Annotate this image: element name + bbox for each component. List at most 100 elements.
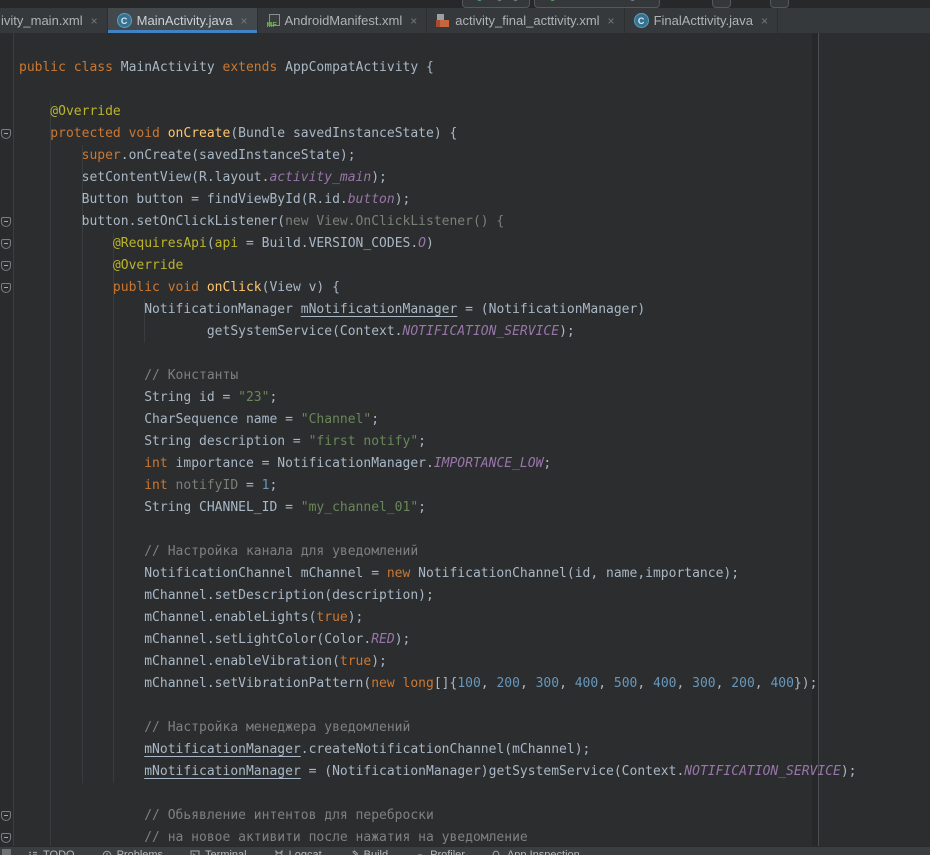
- logcat-icon: [274, 850, 284, 855]
- toolwindow-label: Profiler: [430, 849, 465, 855]
- code-line[interactable]: // Обьявление интентов для переброски: [19, 805, 857, 827]
- code-line[interactable]: // Настройка канала для уведомлений: [19, 541, 857, 563]
- toolbar-icon[interactable]: [513, 0, 518, 1]
- code-line[interactable]: String id = "23";: [19, 387, 857, 409]
- problems-icon: [102, 850, 112, 855]
- close-icon[interactable]: ×: [761, 15, 768, 27]
- code-editor: public class MainActivity extends AppCom…: [0, 33, 930, 846]
- toolbar-button[interactable]: [770, 0, 789, 8]
- code-line[interactable]: Button button = findViewById(R.id.button…: [19, 189, 857, 211]
- code-line[interactable]: String description = "first notify";: [19, 431, 857, 453]
- code-line[interactable]: mChannel.setLightColor(Color.RED);: [19, 629, 857, 651]
- toolbar-button-group[interactable]: [462, 0, 530, 8]
- code-line[interactable]: int notifyID = 1;: [19, 475, 857, 497]
- chevron-down-icon[interactable]: [630, 0, 635, 1]
- fold-marker-icon[interactable]: [1, 283, 11, 293]
- tab-label: activity_final_acttivity.xml: [455, 13, 599, 28]
- code-line[interactable]: [19, 695, 857, 717]
- toolwindow-button-todo[interactable]: TODO: [28, 849, 75, 855]
- manifest-icon: MF: [267, 14, 280, 27]
- close-icon[interactable]: ×: [91, 15, 98, 27]
- fold-marker-icon[interactable]: [1, 129, 11, 139]
- code-line[interactable]: @RequiresApi(api = Build.VERSION_CODES.O…: [19, 233, 857, 255]
- close-icon[interactable]: ×: [608, 15, 615, 27]
- editor-tab-bar: ivity_main.xml × C MainActivity.java × MF Andr…: [0, 8, 930, 33]
- code-line[interactable]: setContentView(R.layout.activity_main);: [19, 167, 857, 189]
- fold-marker-icon[interactable]: [1, 217, 11, 227]
- toolwindow-button-build[interactable]: Build: [349, 849, 388, 855]
- code-line[interactable]: [19, 783, 857, 805]
- toolwindow-button-profiler[interactable]: Profiler: [415, 849, 465, 855]
- code-line[interactable]: mChannel.enableVibration(true);: [19, 651, 857, 673]
- toolwindow-button-app-inspection[interactable]: App Inspection: [492, 849, 580, 855]
- tab-MainActivity.java[interactable]: C MainActivity.java ×: [108, 8, 258, 33]
- tool-window-bar: TODO Problems Terminal Logcat Build Profiler A…: [0, 846, 930, 855]
- code-line[interactable]: super.onCreate(savedInstanceState);: [19, 145, 857, 167]
- code-line[interactable]: public void onClick(View v) {: [19, 277, 857, 299]
- code-line[interactable]: mChannel.setVibrationPattern(new long[]{…: [19, 673, 857, 695]
- code-line[interactable]: [19, 519, 857, 541]
- build-icon: [349, 850, 359, 855]
- code-line[interactable]: CharSequence name = "Channel";: [19, 409, 857, 431]
- tab-label: FinalActtivity.java: [654, 13, 753, 28]
- code-area[interactable]: public class MainActivity extends AppCom…: [14, 33, 857, 846]
- toolwindow-button-logcat[interactable]: Logcat: [274, 849, 322, 855]
- toolwindow-button-problems[interactable]: Problems: [102, 849, 163, 855]
- code-line[interactable]: public class MainActivity extends AppCom…: [19, 57, 857, 79]
- java-class-icon: C: [634, 13, 649, 28]
- fold-marker-icon[interactable]: [1, 833, 11, 843]
- code-line[interactable]: button.setOnClickListener(new View.OnCli…: [19, 211, 857, 233]
- code-line[interactable]: mNotificationManager.createNotificationC…: [19, 739, 857, 761]
- close-icon[interactable]: ×: [410, 15, 417, 27]
- toolwindow-label: App Inspection: [507, 849, 580, 855]
- toolwindow-label: Problems: [117, 849, 163, 855]
- toolwindow-label: Build: [364, 849, 388, 855]
- device-icon: [550, 0, 555, 1]
- tool-window-bar-items: TODO Problems Terminal Logcat Build Profiler A…: [0, 847, 930, 855]
- terminal-icon: [190, 850, 200, 855]
- code-line[interactable]: mChannel.enableLights(true);: [19, 607, 857, 629]
- tab-ivity_main.xml[interactable]: ivity_main.xml ×: [0, 8, 108, 33]
- code-line[interactable]: [19, 343, 857, 365]
- device-selector[interactable]: [534, 0, 660, 8]
- fold-marker-icon[interactable]: [1, 239, 11, 249]
- toolbar-button[interactable]: [712, 0, 731, 8]
- close-icon[interactable]: ×: [240, 15, 247, 27]
- fold-marker-icon[interactable]: [1, 811, 11, 821]
- code-line[interactable]: @Override: [19, 101, 857, 123]
- layout-xml-icon: [436, 14, 450, 28]
- app-inspection-icon: [492, 850, 502, 855]
- toolwindow-button-terminal[interactable]: Terminal: [190, 849, 247, 855]
- code-line[interactable]: @Override: [19, 255, 857, 277]
- fold-marker-icon[interactable]: [1, 261, 11, 271]
- code-line[interactable]: NotificationManager mNotificationManager…: [19, 299, 857, 321]
- code-line[interactable]: String CHANNEL_ID = "my_channel_01";: [19, 497, 857, 519]
- toolwindow-label: Logcat: [289, 849, 322, 855]
- tab-AndroidManifest.xml[interactable]: MF AndroidManifest.xml ×: [258, 8, 428, 33]
- tab-FinalActtivity.java[interactable]: C FinalActtivity.java ×: [625, 8, 778, 33]
- code-line[interactable]: // Настройка менеджера уведомлений: [19, 717, 857, 739]
- code-line[interactable]: getSystemService(Context.NOTIFICATION_SE…: [19, 321, 857, 343]
- android-studio-window: ivity_main.xml × C MainActivity.java × MF Andr…: [0, 0, 930, 855]
- code-line[interactable]: protected void onCreate(Bundle savedInst…: [19, 123, 857, 145]
- toolwindow-label: Terminal: [205, 849, 247, 855]
- code-line[interactable]: NotificationChannel mChannel = new Notif…: [19, 563, 857, 585]
- tab-activity_final_acttivity.xml[interactable]: activity_final_acttivity.xml ×: [427, 8, 624, 33]
- code-line[interactable]: [19, 79, 857, 101]
- toolbar-icon[interactable]: [497, 0, 502, 1]
- tab-label: ivity_main.xml: [1, 13, 83, 28]
- tab-label: MainActivity.java: [137, 13, 233, 28]
- code-line[interactable]: // на новое активити после нажатия на ув…: [19, 827, 857, 846]
- toolwindow-label: TODO: [43, 849, 75, 855]
- code-line[interactable]: mChannel.setDescription(description);: [19, 585, 857, 607]
- tab-label: AndroidManifest.xml: [285, 13, 403, 28]
- tool-stripe-icon[interactable]: [2, 849, 11, 855]
- java-class-icon: C: [117, 13, 132, 28]
- toolbar-strip: [0, 0, 930, 8]
- run-icon[interactable]: [477, 0, 482, 1]
- code-line[interactable]: int importance = NotificationManager.IMP…: [19, 453, 857, 475]
- code-line[interactable]: // Константы: [19, 365, 857, 387]
- profiler-icon: [415, 850, 425, 855]
- code-line[interactable]: mNotificationManager = (NotificationMana…: [19, 761, 857, 783]
- todo-icon: [28, 850, 38, 855]
